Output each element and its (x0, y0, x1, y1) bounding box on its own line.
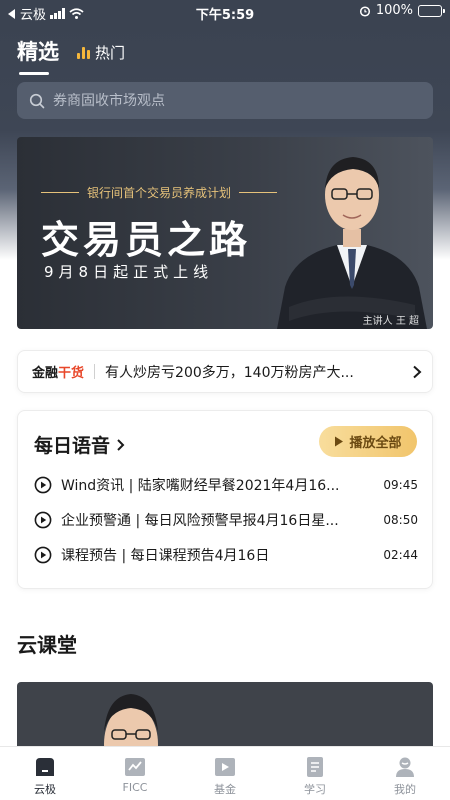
news-brand-part1: 金融 (32, 366, 59, 381)
search-icon (29, 93, 45, 108)
presenter-photo (277, 157, 427, 329)
chevron-right-icon (117, 438, 125, 451)
battery-icon (418, 4, 445, 17)
play-circle-icon (34, 476, 52, 494)
play-circle-icon (34, 546, 52, 564)
hot-bars-icon (77, 46, 90, 59)
nav-study[interactable]: 学习 (270, 747, 360, 800)
tab-hot-label: 热门 (95, 44, 126, 62)
track-title: 企业预警通 | 每日风险预警早报4月16日星... (61, 513, 339, 529)
news-ticker[interactable]: 金融干货 有人炒房亏200多万，140万粉房产大... (17, 350, 433, 393)
banner-title: 交易员之路 (41, 218, 252, 262)
nav-ficc[interactable]: FICC (90, 747, 180, 800)
video-icon (215, 758, 235, 776)
play-all-label: 播放全部 (349, 436, 402, 451)
play-all-button[interactable]: 播放全部 (319, 426, 417, 457)
track-duration: 02:44 (383, 548, 418, 562)
play-icon (335, 436, 344, 447)
search-bar[interactable] (17, 82, 433, 119)
search-input[interactable] (53, 92, 413, 109)
nav-study-label: 学习 (304, 783, 326, 796)
nav-ficc-label: FICC (122, 781, 148, 794)
nav-home[interactable]: 云极 (0, 747, 90, 800)
presenter-caption: 主讲人 王 超 (362, 316, 419, 327)
profile-icon (396, 757, 414, 777)
bottom-nav: 云极 FICC 基金 学习 我的 (0, 746, 450, 800)
daily-audio-card: 每日语音 播放全部 Wind资讯 | 陆家嘴财经早餐2021年4月16... 0… (17, 410, 433, 589)
banner-date: 9月8日起正式上线 (44, 263, 214, 281)
top-tabs: 精选 热门 (17, 36, 125, 75)
news-headline: 有人炒房亏200多万，140万粉房产大... (105, 364, 354, 381)
nav-mine-label: 我的 (394, 783, 416, 796)
news-divider (94, 364, 96, 379)
alarm-icon (359, 5, 370, 17)
home-icon (36, 758, 54, 776)
nav-fund[interactable]: 基金 (180, 747, 270, 800)
daily-audio-title: 每日语音 (34, 435, 111, 457)
promo-banner[interactable]: 银行间首个交易员养成计划 交易员之路 9月8日起正式上线 主讲人 王 超 (17, 137, 433, 329)
track-duration: 08:50 (383, 513, 418, 527)
nav-home-label: 云极 (34, 783, 56, 796)
tab-featured[interactable]: 精选 (17, 36, 59, 75)
news-brand: 金融干货 (32, 362, 84, 381)
book-icon (307, 757, 323, 777)
track-title: 课程预告 | 每日课程预告4月16日 (61, 548, 270, 564)
tab-hot[interactable]: 热门 (77, 42, 125, 66)
status-bar: 云极 下午5:59 100% (0, 0, 450, 24)
nav-mine[interactable]: 我的 (360, 747, 450, 800)
course-thumbnail[interactable] (17, 682, 433, 748)
track-duration: 09:45 (383, 478, 418, 492)
chart-icon (125, 758, 145, 776)
section-title-cloud-class: 云课堂 (17, 633, 77, 657)
daily-audio-header[interactable]: 每日语音 (34, 431, 125, 458)
battery-percent: 100% (375, 3, 413, 18)
play-circle-icon (34, 511, 52, 529)
instructor-photo (104, 694, 158, 748)
banner-subtitle: 银行间首个交易员养成计划 (41, 184, 277, 201)
audio-track[interactable]: Wind资讯 | 陆家嘴财经早餐2021年4月16... 09:45 (34, 475, 418, 495)
news-brand-part2: 干货 (58, 366, 85, 381)
audio-track[interactable]: 课程预告 | 每日课程预告4月16日 02:44 (34, 545, 418, 565)
nav-fund-label: 基金 (214, 783, 236, 796)
audio-track[interactable]: 企业预警通 | 每日风险预警早报4月16日星... 08:50 (34, 510, 418, 530)
track-title: Wind资讯 | 陆家嘴财经早餐2021年4月16... (61, 478, 340, 494)
chevron-right-icon (413, 365, 422, 378)
